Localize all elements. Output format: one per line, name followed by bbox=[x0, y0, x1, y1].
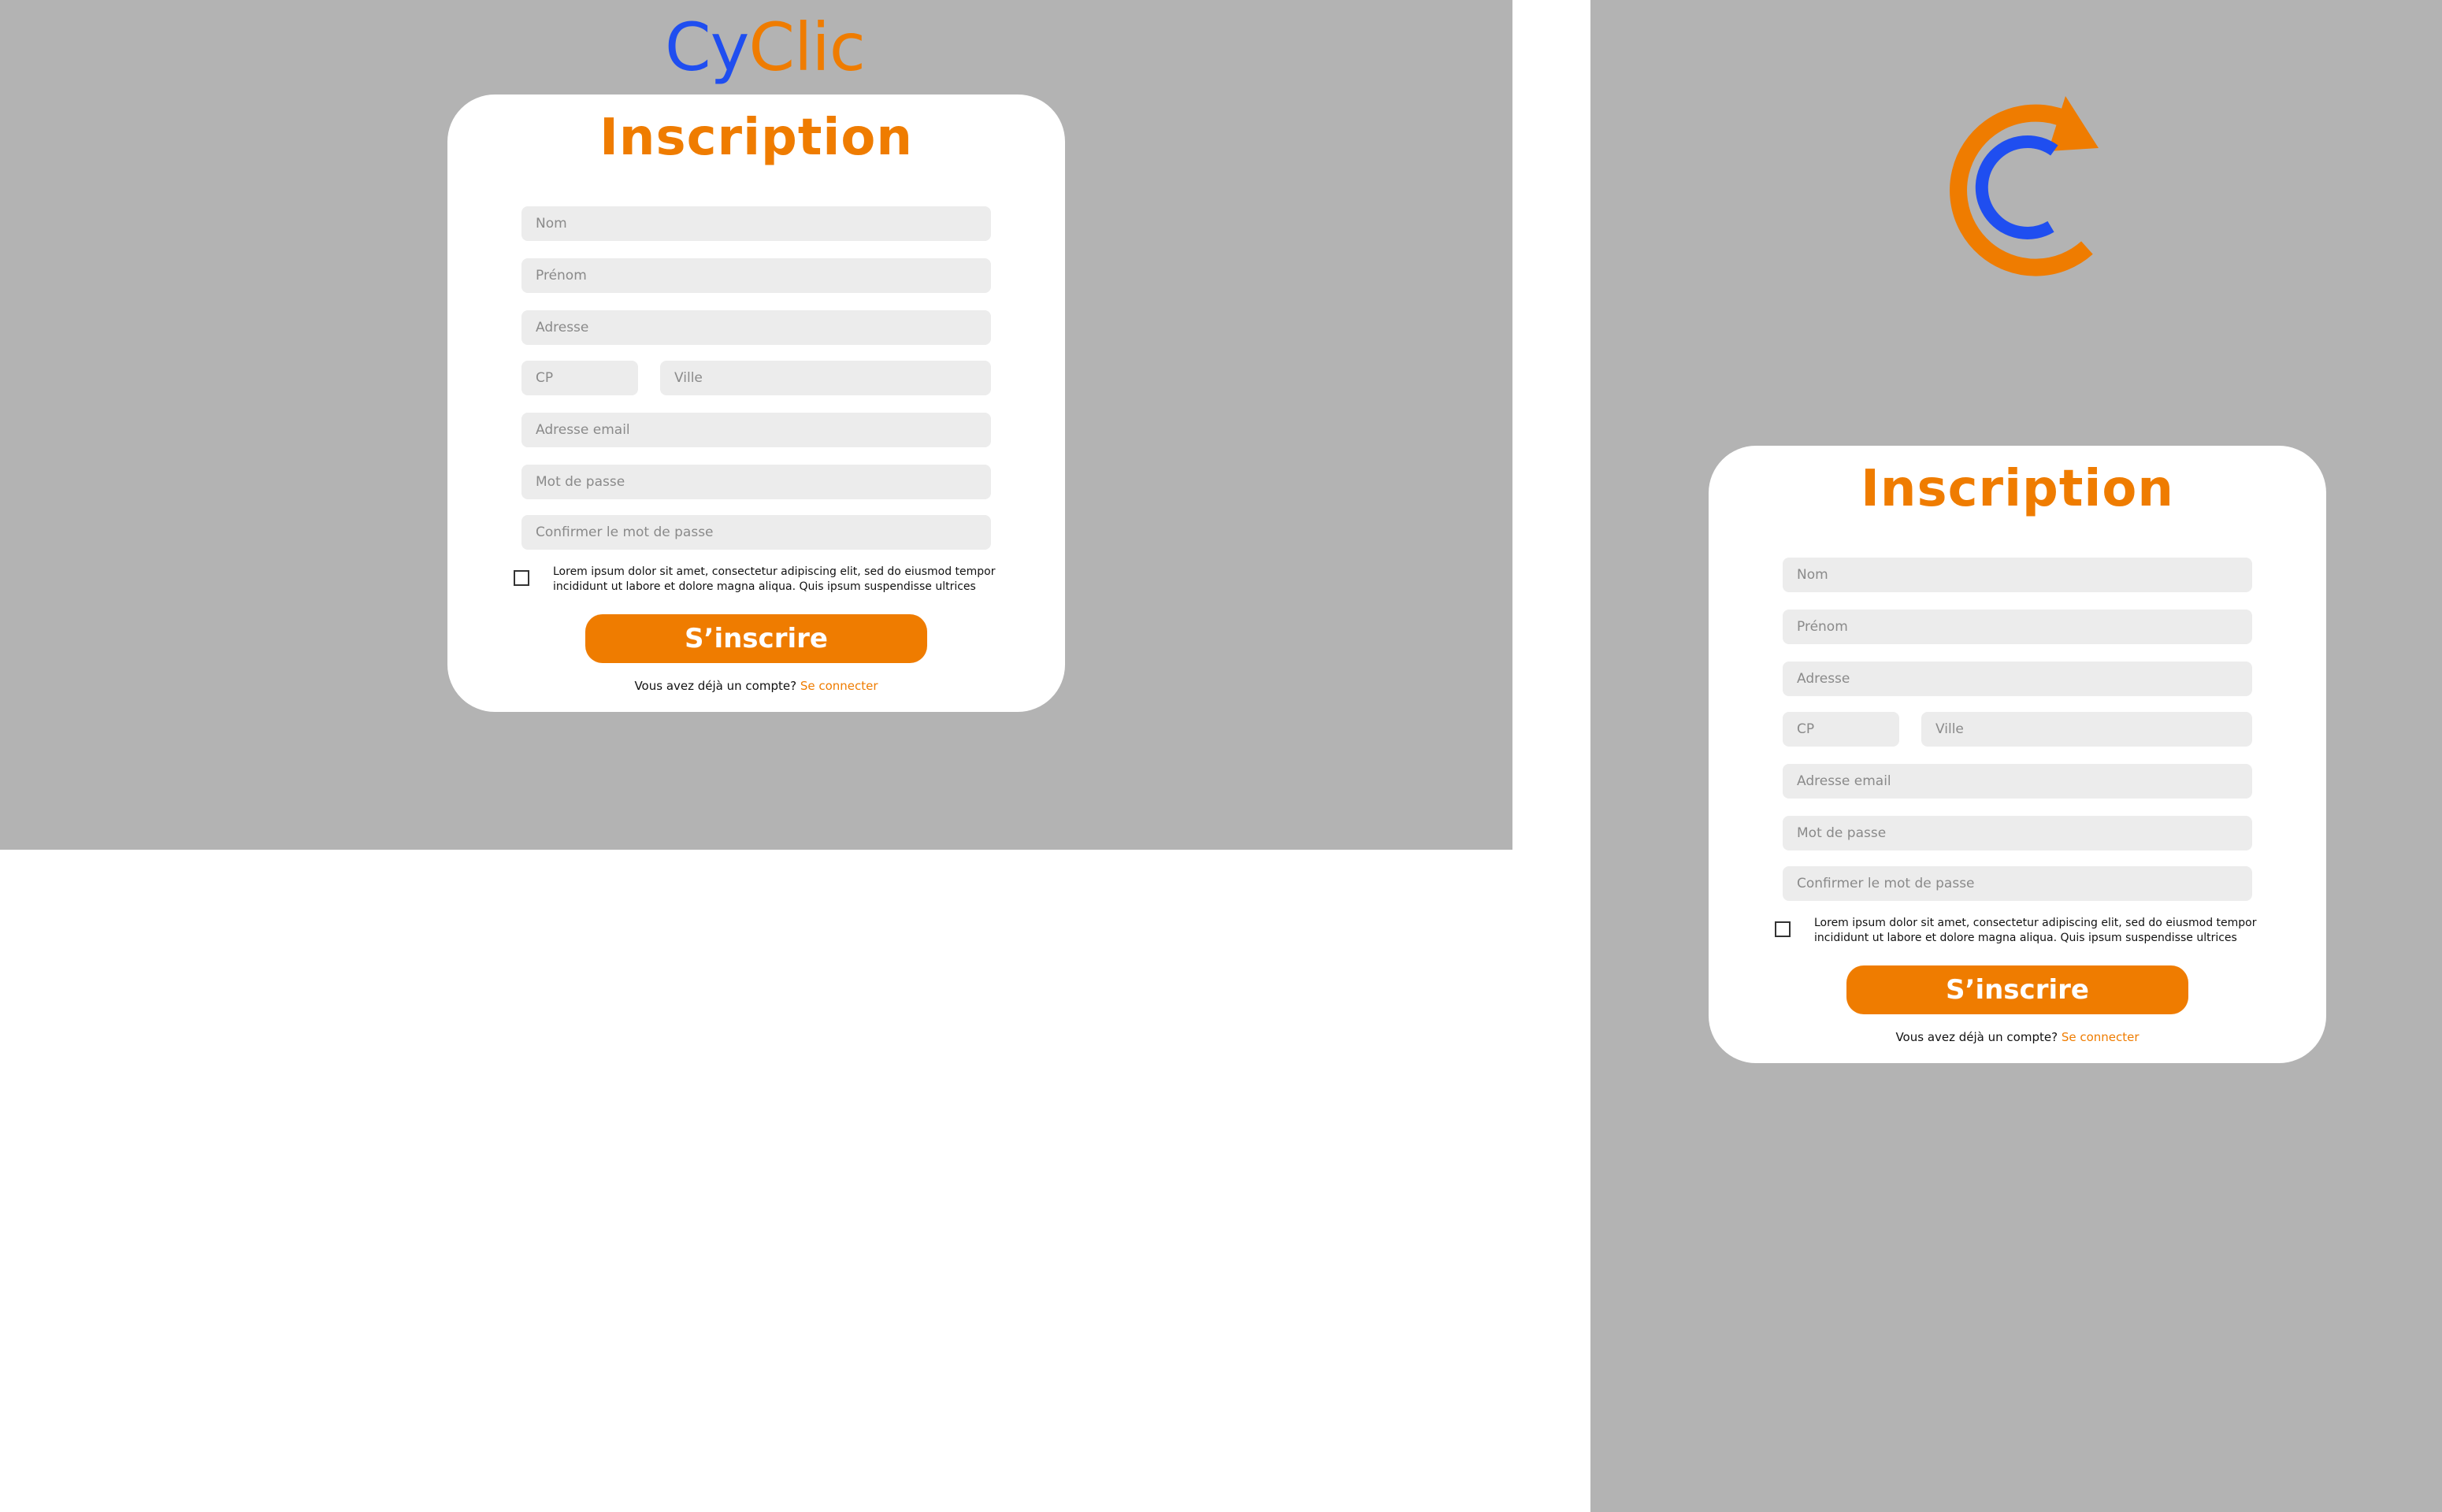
confirm-password-field[interactable] bbox=[1783, 866, 2252, 901]
cp-field[interactable] bbox=[1783, 712, 1899, 747]
login-link[interactable]: Se connecter bbox=[800, 679, 878, 693]
signup-card: Inscription Lorem ipsum dolor sit amet, … bbox=[447, 94, 1065, 712]
adresse-field[interactable] bbox=[1783, 662, 2252, 696]
ville-field[interactable] bbox=[1921, 712, 2252, 747]
login-link[interactable]: Se connecter bbox=[2062, 1030, 2140, 1044]
terms-checkbox[interactable] bbox=[514, 570, 529, 586]
signup-card-mobile: Inscription Lorem ipsum dolor sit amet, … bbox=[1709, 446, 2326, 1063]
email-field[interactable] bbox=[521, 413, 991, 447]
login-prompt-text: Vous avez déjà un compte? bbox=[634, 679, 797, 693]
cp-field[interactable] bbox=[521, 361, 638, 395]
prenom-field[interactable] bbox=[521, 258, 991, 293]
signup-button[interactable]: S’inscrire bbox=[585, 614, 927, 663]
login-prompt-line: Vous avez déjà un compte? Se connecter bbox=[447, 679, 1065, 693]
nom-field[interactable] bbox=[521, 206, 991, 241]
terms-text: Lorem ipsum dolor sit amet, consectetur … bbox=[1814, 917, 2257, 944]
prenom-field[interactable] bbox=[1783, 610, 2252, 644]
terms-checkbox[interactable] bbox=[1775, 921, 1791, 937]
confirm-password-field[interactable] bbox=[521, 515, 991, 550]
nom-field[interactable] bbox=[1783, 558, 2252, 592]
ville-field[interactable] bbox=[660, 361, 991, 395]
signup-title: Inscription bbox=[599, 109, 913, 167]
signup-title: Inscription bbox=[1861, 460, 2174, 518]
email-field[interactable] bbox=[1783, 764, 2252, 799]
terms-text: Lorem ipsum dolor sit amet, consectetur … bbox=[553, 565, 996, 593]
adresse-field[interactable] bbox=[521, 310, 991, 345]
login-prompt-text: Vous avez déjà un compte? bbox=[1895, 1030, 2058, 1044]
password-field[interactable] bbox=[521, 465, 991, 499]
login-prompt-line: Vous avez déjà un compte? Se connecter bbox=[1709, 1030, 2326, 1044]
cyclic-logo-wordmark: CyClic bbox=[665, 8, 866, 87]
logo-cy-text: Cy bbox=[665, 9, 749, 86]
logo-clic-text: Clic bbox=[748, 9, 866, 86]
password-field[interactable] bbox=[1783, 816, 2252, 850]
cyclic-refresh-logo-icon bbox=[1950, 96, 2099, 276]
signup-button[interactable]: S’inscrire bbox=[1846, 965, 2188, 1014]
